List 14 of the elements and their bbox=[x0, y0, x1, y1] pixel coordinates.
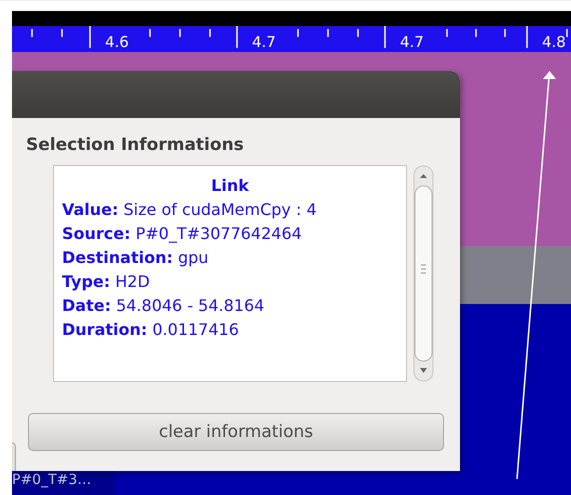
info-line: Source: P#0_T#3077642464 bbox=[62, 223, 303, 245]
info-line: Value: Size of cudaMemCpy : 4 bbox=[62, 199, 318, 221]
info-line: Destination: gpu bbox=[62, 247, 210, 269]
ruler-label: 4.6 bbox=[105, 33, 129, 51]
ruler-label: 4.7 bbox=[400, 33, 424, 51]
clear-informations-button[interactable]: clear informations bbox=[28, 413, 444, 451]
info-line: Date: 54.8046 - 54.8164 bbox=[62, 295, 266, 317]
ruler-label: 4.8 bbox=[542, 33, 566, 51]
info-line: Duration: 0.0117416 bbox=[62, 319, 240, 341]
ruler-label: 4.7 bbox=[252, 33, 276, 51]
scrollbar[interactable] bbox=[413, 165, 434, 382]
section-label: Selection Informations bbox=[26, 135, 245, 155]
info-heading: Link bbox=[210, 175, 250, 197]
info-line: Type: H2D bbox=[62, 271, 151, 293]
